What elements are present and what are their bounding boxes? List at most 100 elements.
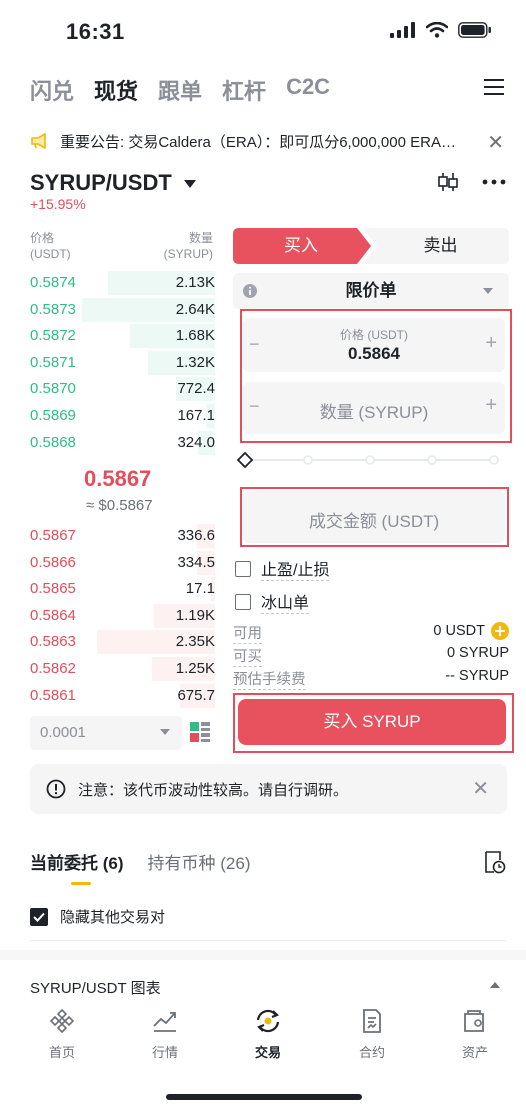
- max-buy-value: 0 SYRUP: [446, 645, 509, 661]
- iceberg-checkbox[interactable]: [235, 593, 251, 610]
- tab-copy-trading[interactable]: 跟单: [158, 74, 202, 106]
- orderbook-bids: 0.5867 336.6 0.5866 334.5 0.5865 17.1 0.5864 1.…: [0, 523, 215, 709]
- hide-other-pairs-option[interactable]: 隐藏其他交易对: [30, 906, 165, 927]
- fee-row: 预估手续费 -- SYRUP: [233, 668, 509, 690]
- highlight-box-total: [240, 487, 509, 547]
- close-icon[interactable]: ✕: [472, 776, 489, 801]
- highlight-box-price-qty: [240, 309, 512, 443]
- candlestick-chart-icon[interactable]: [437, 172, 459, 192]
- ask-price: 0.5870: [30, 380, 76, 398]
- pair-name: SYRUP/USDT: [30, 170, 172, 195]
- sell-tab[interactable]: 卖出: [372, 228, 509, 264]
- ask-qty: 1.32K: [175, 353, 215, 371]
- bid-price: 0.5863: [30, 633, 76, 651]
- bid-row[interactable]: 0.5863 2.35K: [0, 629, 215, 655]
- bid-row[interactable]: 0.5864 1.19K: [0, 603, 215, 629]
- divider: [30, 940, 506, 941]
- available-row: 可用 0 USDT: [233, 622, 509, 644]
- wifi-icon: [426, 22, 448, 38]
- orderbook-qty-header: 数量 (SYRUP): [163, 231, 213, 261]
- ask-qty: 324.0: [177, 433, 215, 451]
- tab-convert[interactable]: 闪兑: [30, 74, 74, 106]
- nav-trade[interactable]: 交易: [233, 1008, 303, 1061]
- pair-selector[interactable]: SYRUP/USDT: [30, 170, 196, 196]
- signal-icon: [390, 22, 415, 38]
- orderbook-price-header: 价格 (USDT): [30, 231, 71, 261]
- ask-row[interactable]: 0.5868 324.0: [0, 430, 215, 456]
- available-value: 0 USDT: [433, 623, 485, 639]
- bid-row[interactable]: 0.5865 17.1: [0, 576, 215, 602]
- bid-row[interactable]: 0.5867 336.6: [0, 523, 215, 549]
- ask-qty: 2.13K: [175, 274, 215, 291]
- ask-row[interactable]: 0.5871 1.32K: [0, 350, 215, 376]
- announcement-bar[interactable]: 重要公告: 交易Caldera（ERA）：即可瓜分6,000,000 ERA… …: [0, 118, 526, 164]
- last-price-usd: ≈ $0.5867: [86, 497, 153, 514]
- add-funds-icon[interactable]: [491, 622, 509, 640]
- nav-home[interactable]: 首页: [27, 1008, 97, 1061]
- bid-row[interactable]: 0.5862 1.25K: [0, 656, 215, 682]
- status-icons: [390, 22, 492, 38]
- wallet-icon: [464, 1010, 484, 1032]
- precision-value: 0.0001: [40, 724, 86, 741]
- tp-sl-option[interactable]: 止盈/止损: [235, 556, 330, 581]
- tab-holdings[interactable]: 持有币种 (26): [148, 849, 251, 874]
- caret-down-icon: [160, 729, 170, 735]
- tab-margin[interactable]: 杠杆: [222, 74, 266, 106]
- fee-value: -- SYRUP: [445, 668, 509, 684]
- price-change: +15.95%: [30, 196, 86, 212]
- hide-other-pairs-label: 隐藏其他交易对: [60, 909, 166, 926]
- nav-markets[interactable]: 行情: [130, 1008, 200, 1061]
- buy-tab[interactable]: 买入: [233, 228, 369, 264]
- ask-row[interactable]: 0.5870 772.4: [0, 376, 215, 402]
- bid-row[interactable]: 0.5866 334.5: [0, 550, 215, 576]
- ask-row[interactable]: 0.5872 1.68K: [0, 323, 215, 349]
- amount-slider[interactable]: [233, 450, 509, 470]
- last-price: 0.5867: [84, 466, 152, 491]
- orderbook-layout-icon[interactable]: [190, 722, 210, 742]
- nav-futures[interactable]: 合约: [337, 1008, 407, 1061]
- megaphone-icon: [31, 133, 46, 149]
- bid-price: 0.5861: [30, 686, 76, 704]
- ask-qty: 167.1: [177, 407, 215, 424]
- close-icon[interactable]: ✕: [487, 130, 504, 155]
- highlight-box-buy-button: [233, 693, 514, 753]
- iceberg-label: 冰山单: [261, 589, 310, 614]
- order-history-icon[interactable]: [484, 850, 506, 874]
- max-buy-label: 可买: [233, 645, 262, 667]
- tab-open-orders[interactable]: 当前委托 (6): [30, 849, 124, 874]
- order-type-value: 限价单: [345, 281, 397, 300]
- bid-qty: 1.19K: [175, 606, 215, 624]
- announcement-text: 重要公告: 交易Caldera（ERA）：即可瓜分6,000,000 ERA…: [60, 133, 456, 151]
- chart-section-title[interactable]: SYRUP/USDT 图表: [30, 977, 161, 998]
- checkbox-checked-icon[interactable]: [30, 907, 48, 926]
- nav-assets[interactable]: 资产: [440, 1008, 510, 1061]
- orderbook-asks: 0.5874 2.13K 0.5873 2.64K 0.5872 1.68K 0.5871 1…: [0, 270, 215, 456]
- precision-select[interactable]: 0.0001: [30, 716, 182, 750]
- ask-row[interactable]: 0.5873 2.64K: [0, 297, 215, 323]
- orders-tabs: 当前委托 (6) 持有币种 (26): [30, 849, 250, 874]
- tab-spot[interactable]: 现货: [94, 74, 138, 106]
- more-icon[interactable]: [482, 179, 506, 185]
- ask-price: 0.5871: [30, 353, 76, 371]
- menu-icon[interactable]: [484, 78, 504, 96]
- bid-qty: 675.7: [177, 686, 215, 704]
- iceberg-option[interactable]: 冰山单: [235, 589, 310, 614]
- caret-down-icon: [183, 180, 196, 189]
- bid-qty: 336.6: [177, 527, 215, 544]
- caret-up-icon[interactable]: [490, 982, 500, 988]
- available-value-wrap: 0 USDT: [433, 622, 509, 640]
- bid-row[interactable]: 0.5861 675.7: [0, 683, 215, 709]
- status-time: 16:31: [66, 19, 125, 44]
- top-tabs: 闪兑 现货 跟单 杠杆 C2C: [30, 74, 330, 106]
- tab-c2c[interactable]: C2C: [286, 74, 330, 106]
- bid-price: 0.5867: [30, 527, 76, 544]
- ask-price: 0.5872: [30, 327, 76, 345]
- markets-chart-icon: [153, 1012, 176, 1032]
- ask-row[interactable]: 0.5874 2.13K: [0, 270, 215, 296]
- trade-exchange-icon: [256, 1009, 280, 1033]
- tp-sl-checkbox[interactable]: [235, 560, 251, 577]
- order-type-select[interactable]: 限价单: [233, 273, 509, 309]
- ask-row[interactable]: 0.5869 167.1: [0, 403, 215, 429]
- caret-down-icon: [483, 288, 493, 294]
- active-tab-indicator: [71, 882, 91, 885]
